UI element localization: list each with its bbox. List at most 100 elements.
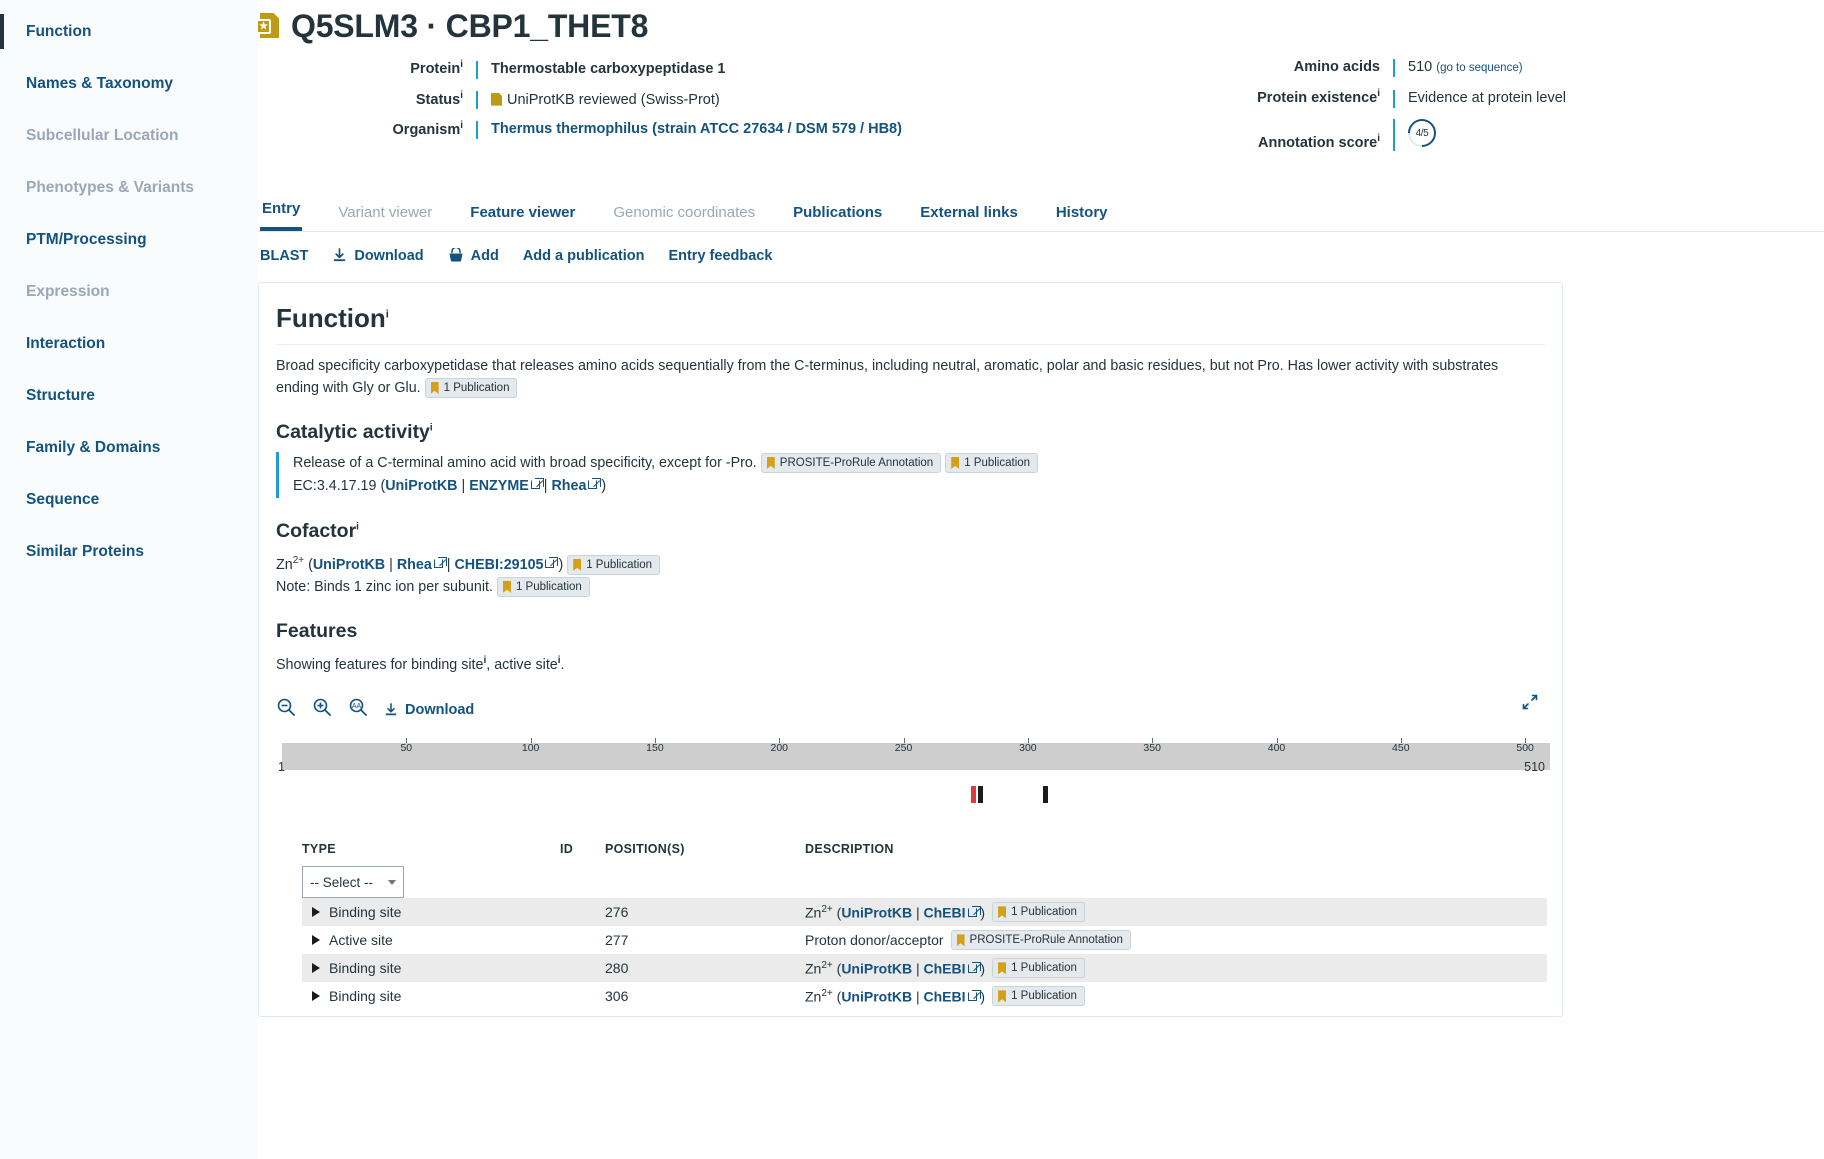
rhea-link[interactable]: Rhea — [397, 557, 432, 573]
zoom-in-icon[interactable] — [312, 697, 332, 722]
expand-icon[interactable] — [1521, 693, 1539, 716]
ruler-track[interactable] — [282, 743, 1550, 771]
meta-label-status: Statusi — [415, 89, 463, 108]
ruler-start-label: 1 — [278, 760, 285, 775]
sidebar-item-family-domains[interactable]: Family & Domains — [0, 430, 258, 465]
tab-external-links[interactable]: External links — [918, 198, 1020, 231]
badge-label: 1 Publication — [1011, 962, 1077, 975]
svg-text:AA: AA — [352, 703, 362, 710]
sidebar-item-sequence[interactable]: Sequence — [0, 482, 258, 517]
publication-badge[interactable]: 1 Publication — [945, 453, 1039, 474]
expand-row-icon[interactable] — [312, 963, 320, 974]
sidebar-item-phenotypes-variants: Phenotypes & Variants — [0, 170, 258, 205]
publication-badge[interactable]: 1 Publication — [992, 902, 1085, 923]
external-link-icon — [967, 991, 977, 1001]
info-icon[interactable]: i — [356, 521, 359, 532]
ruler-tick-label: 500 — [1516, 742, 1534, 755]
sidebar-item-structure[interactable]: Structure — [0, 378, 258, 413]
download-button[interactable]: Download — [332, 248, 424, 264]
uniprotkb-link[interactable]: UniProtKB — [841, 989, 912, 1005]
function-heading: Functioni — [276, 303, 1545, 345]
info-icon[interactable]: i — [430, 422, 433, 433]
info-icon[interactable]: i — [460, 120, 463, 131]
expand-row-icon[interactable] — [312, 935, 320, 946]
table-row[interactable]: Binding site 280 Zn2+ (UniProtKB | ChEBI )… — [302, 954, 1547, 983]
chebi-link[interactable]: ChEBI — [924, 989, 966, 1005]
publication-badge[interactable]: 1 Publication — [992, 986, 1085, 1007]
binding-site-marker[interactable] — [978, 786, 984, 804]
publication-badge[interactable]: 1 Publication — [567, 554, 661, 575]
prosite-badge[interactable]: PROSITE-ProRule Annotation — [760, 453, 942, 474]
info-icon[interactable]: i — [1377, 88, 1380, 99]
cofactor-charge: 2+ — [821, 904, 833, 916]
feature-viewer-toolbar: AA Download — [276, 695, 1545, 722]
go-to-sequence-link[interactable]: (go to sequence) — [1436, 62, 1522, 74]
column-header-description: DESCRIPTION — [805, 842, 894, 857]
chebi-link[interactable]: ChEBI — [924, 905, 966, 921]
tab-entry[interactable]: Entry — [260, 194, 303, 231]
zoom-out-icon[interactable] — [276, 697, 296, 722]
entry-meta: Proteini Thermostable carboxypeptidase 1… — [258, 59, 1824, 162]
publication-badge[interactable]: 1 Publication — [424, 378, 518, 399]
uniprotkb-link[interactable]: UniProtKB — [385, 478, 457, 494]
external-link-icon — [530, 479, 540, 489]
feature-position: 306 — [605, 988, 629, 1005]
info-icon[interactable]: i — [1377, 133, 1380, 144]
meta-label-annotation-score: Annotation scorei — [1257, 133, 1380, 151]
tab-publications[interactable]: Publications — [791, 198, 884, 231]
tab-variant-viewer: Variant viewer — [338, 203, 433, 221]
add-publication-button[interactable]: Add a publication — [523, 248, 645, 264]
table-row[interactable]: Binding site 276 Zn2+ (UniProtKB | ChEBI )… — [302, 898, 1547, 927]
expand-row-icon[interactable] — [312, 991, 320, 1002]
prosite-badge[interactable]: PROSITE-ProRule Annotation — [950, 930, 1131, 951]
flag-icon — [430, 382, 439, 395]
sidebar-item-names-taxonomy[interactable]: Names & Taxonomy — [0, 66, 258, 101]
sidebar-item-interaction[interactable]: Interaction — [0, 326, 258, 361]
binding-site-marker[interactable] — [1042, 786, 1048, 804]
info-icon[interactable]: i — [460, 59, 463, 70]
flag-icon — [766, 457, 775, 470]
chebi-link[interactable]: CHEBI:29105 — [454, 557, 543, 573]
uniprotkb-link[interactable]: UniProtKB — [841, 961, 912, 977]
ruler-tick-label: 300 — [1019, 742, 1037, 755]
uniprotkb-link[interactable]: UniProtKB — [841, 905, 912, 921]
type-filter-select[interactable]: -- Select -- — [302, 866, 404, 899]
flag-icon — [998, 906, 1007, 919]
entry-feedback-button[interactable]: Entry feedback — [668, 248, 772, 264]
chebi-link[interactable]: ChEBI — [924, 961, 966, 977]
ruler-tick-label: 250 — [894, 742, 913, 755]
uniprotkb-link[interactable]: UniProtKB — [313, 557, 385, 573]
tab-feature-viewer[interactable]: Feature viewer — [468, 198, 577, 231]
paren-close: ) — [558, 556, 564, 573]
blast-button[interactable]: BLAST — [260, 248, 308, 264]
enzyme-link[interactable]: ENZYME — [469, 478, 529, 494]
table-row[interactable]: Active site 277 Proton donor/acceptor PROSI… — [302, 926, 1547, 954]
publication-badge[interactable]: 1 Publication — [992, 958, 1085, 979]
external-link-icon — [588, 479, 598, 489]
active-site-marker[interactable] — [970, 786, 976, 804]
feature-position: 276 — [605, 904, 629, 921]
meta-row-amino-acids: Amino acids 510 (go to sequence) — [1038, 59, 1658, 77]
info-icon[interactable]: i — [386, 308, 389, 320]
feature-download-button[interactable]: Download — [384, 702, 474, 718]
separator: | — [446, 556, 451, 573]
expand-row-icon[interactable] — [312, 907, 320, 918]
table-row[interactable]: Binding site 306 Zn2+ (UniProtKB | ChEBI )… — [302, 982, 1547, 1010]
ec-number-line: EC:3.4.17.19 (UniProtKB | ENZYME | Rhea … — [293, 475, 1545, 498]
ruler-tick-label: 150 — [646, 742, 664, 755]
feature-type: Binding site — [329, 960, 402, 977]
add-to-basket-button[interactable]: Add — [448, 248, 499, 264]
sidebar-item-function[interactable]: Function — [0, 14, 258, 49]
meta-value-protein: Thermostable carboxypeptidase 1 — [476, 60, 726, 79]
external-link-icon — [967, 963, 977, 973]
tab-history[interactable]: History — [1054, 198, 1110, 231]
meta-value-organism[interactable]: Thermus thermophilus (strain ATCC 27634 … — [476, 121, 902, 140]
zoom-to-sequence-icon[interactable]: AA — [348, 697, 368, 722]
entry-main: Q5SLM3 · CBP1_THET8 Proteini Thermostabl… — [256, 0, 1824, 1159]
sidebar-item-similar-proteins[interactable]: Similar Proteins — [0, 534, 258, 569]
info-icon[interactable]: i — [460, 90, 463, 101]
publication-badge[interactable]: 1 Publication — [496, 576, 590, 597]
rhea-link[interactable]: Rhea — [551, 478, 586, 494]
sidebar-item-ptm-processing[interactable]: PTM/Processing — [0, 222, 258, 257]
catalytic-activity-block: Release of a C-terminal amino acid with … — [276, 451, 1545, 498]
